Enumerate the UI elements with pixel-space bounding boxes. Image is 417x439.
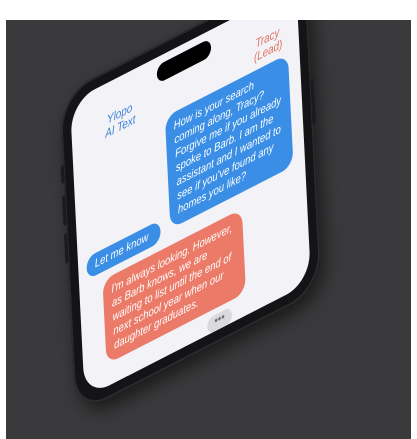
side-button-silent bbox=[60, 164, 65, 185]
side-button-volume-down bbox=[63, 232, 69, 265]
ai-message-bubble: How is your search coming along, Tracy? … bbox=[164, 53, 294, 229]
side-button-volume-up bbox=[62, 194, 67, 227]
lead-message-bubble: I'm always looking. However, as Barb kno… bbox=[102, 208, 247, 365]
phone-mockup: Ylopo AI Text Tracy (Lead) How is your s… bbox=[56, 20, 324, 439]
ai-sender-header: Ylopo AI Text bbox=[104, 100, 136, 141]
background: Ylopo AI Text Tracy (Lead) How is your s… bbox=[6, 20, 411, 439]
side-button-power bbox=[310, 77, 316, 126]
